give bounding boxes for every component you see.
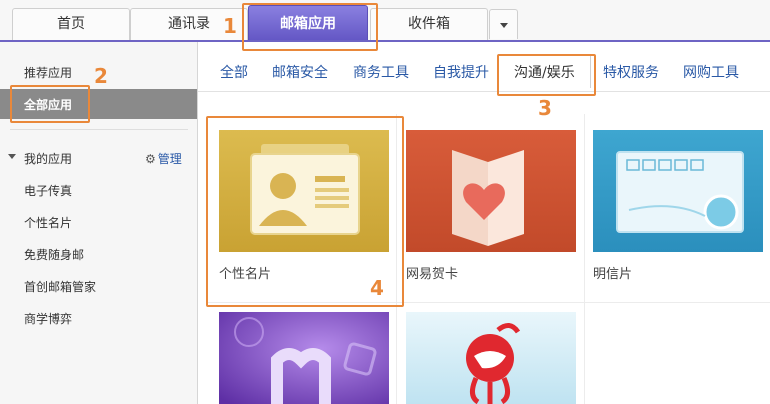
manage-label: 管理 <box>157 152 182 166</box>
app-card-label: 明信片 <box>593 267 633 282</box>
app-card-greeting-card[interactable]: 网易贺卡 <box>406 130 576 290</box>
sidebar-item-mobile-mail[interactable]: 免费随身邮 <box>24 246 84 263</box>
tab-inbox[interactable]: 收件箱 <box>370 8 488 40</box>
sidebar-item-business-game[interactable]: 商学博弈 <box>24 310 72 327</box>
collapse-caret-icon[interactable] <box>8 154 16 159</box>
category-self-improvement[interactable]: 自我提升 <box>433 62 489 82</box>
sidebar-divider <box>10 129 188 130</box>
annotation-box-1 <box>242 3 378 51</box>
mail-apps-window: 首页 通讯录 邮箱应用 收件箱 推荐应用 全部应用 我的应用 ⚙ 管理 电子传真 … <box>0 0 770 404</box>
category-all[interactable]: 全部 <box>220 62 248 82</box>
m-logo-icon <box>219 312 389 404</box>
greeting-card-icon <box>406 130 576 252</box>
category-business-tools[interactable]: 商务工具 <box>353 62 409 82</box>
app-card-label: 网易贺卡 <box>406 267 459 282</box>
manage-link[interactable]: ⚙ 管理 <box>145 150 182 167</box>
sidebar-item-mailbox-manager[interactable]: 首创邮箱管家 <box>24 278 96 295</box>
app-card-mascot-app[interactable] <box>406 312 576 404</box>
mascot-icon <box>406 312 576 404</box>
app-card-m-app[interactable] <box>219 312 389 404</box>
gear-icon: ⚙ <box>145 152 156 166</box>
annotation-number-1: 1 <box>223 14 237 38</box>
postcard-icon <box>593 130 763 252</box>
sidebar-item-fax[interactable]: 电子传真 <box>24 182 72 199</box>
more-tabs-dropdown-button[interactable] <box>489 9 518 39</box>
sidebar-my-apps-heading[interactable]: 我的应用 <box>24 150 72 167</box>
annotation-number-4: 4 <box>370 276 384 300</box>
grid-divider <box>584 114 585 404</box>
top-tab-bar: 首页 通讯录 邮箱应用 收件箱 <box>0 0 770 42</box>
tab-home[interactable]: 首页 <box>12 8 130 40</box>
annotation-number-2: 2 <box>94 64 108 88</box>
annotation-box-2 <box>10 85 90 123</box>
category-shopping-tools[interactable]: 网购工具 <box>683 62 739 82</box>
annotation-number-3: 3 <box>538 96 552 120</box>
annotation-box-3 <box>497 54 596 96</box>
sidebar-item-business-card[interactable]: 个性名片 <box>24 214 72 231</box>
app-card-postcard[interactable]: 明信片 <box>593 130 763 290</box>
category-mail-security[interactable]: 邮箱安全 <box>272 62 328 82</box>
category-privilege-services[interactable]: 特权服务 <box>603 62 659 82</box>
sidebar-item-recommended[interactable]: 推荐应用 <box>24 64 72 81</box>
